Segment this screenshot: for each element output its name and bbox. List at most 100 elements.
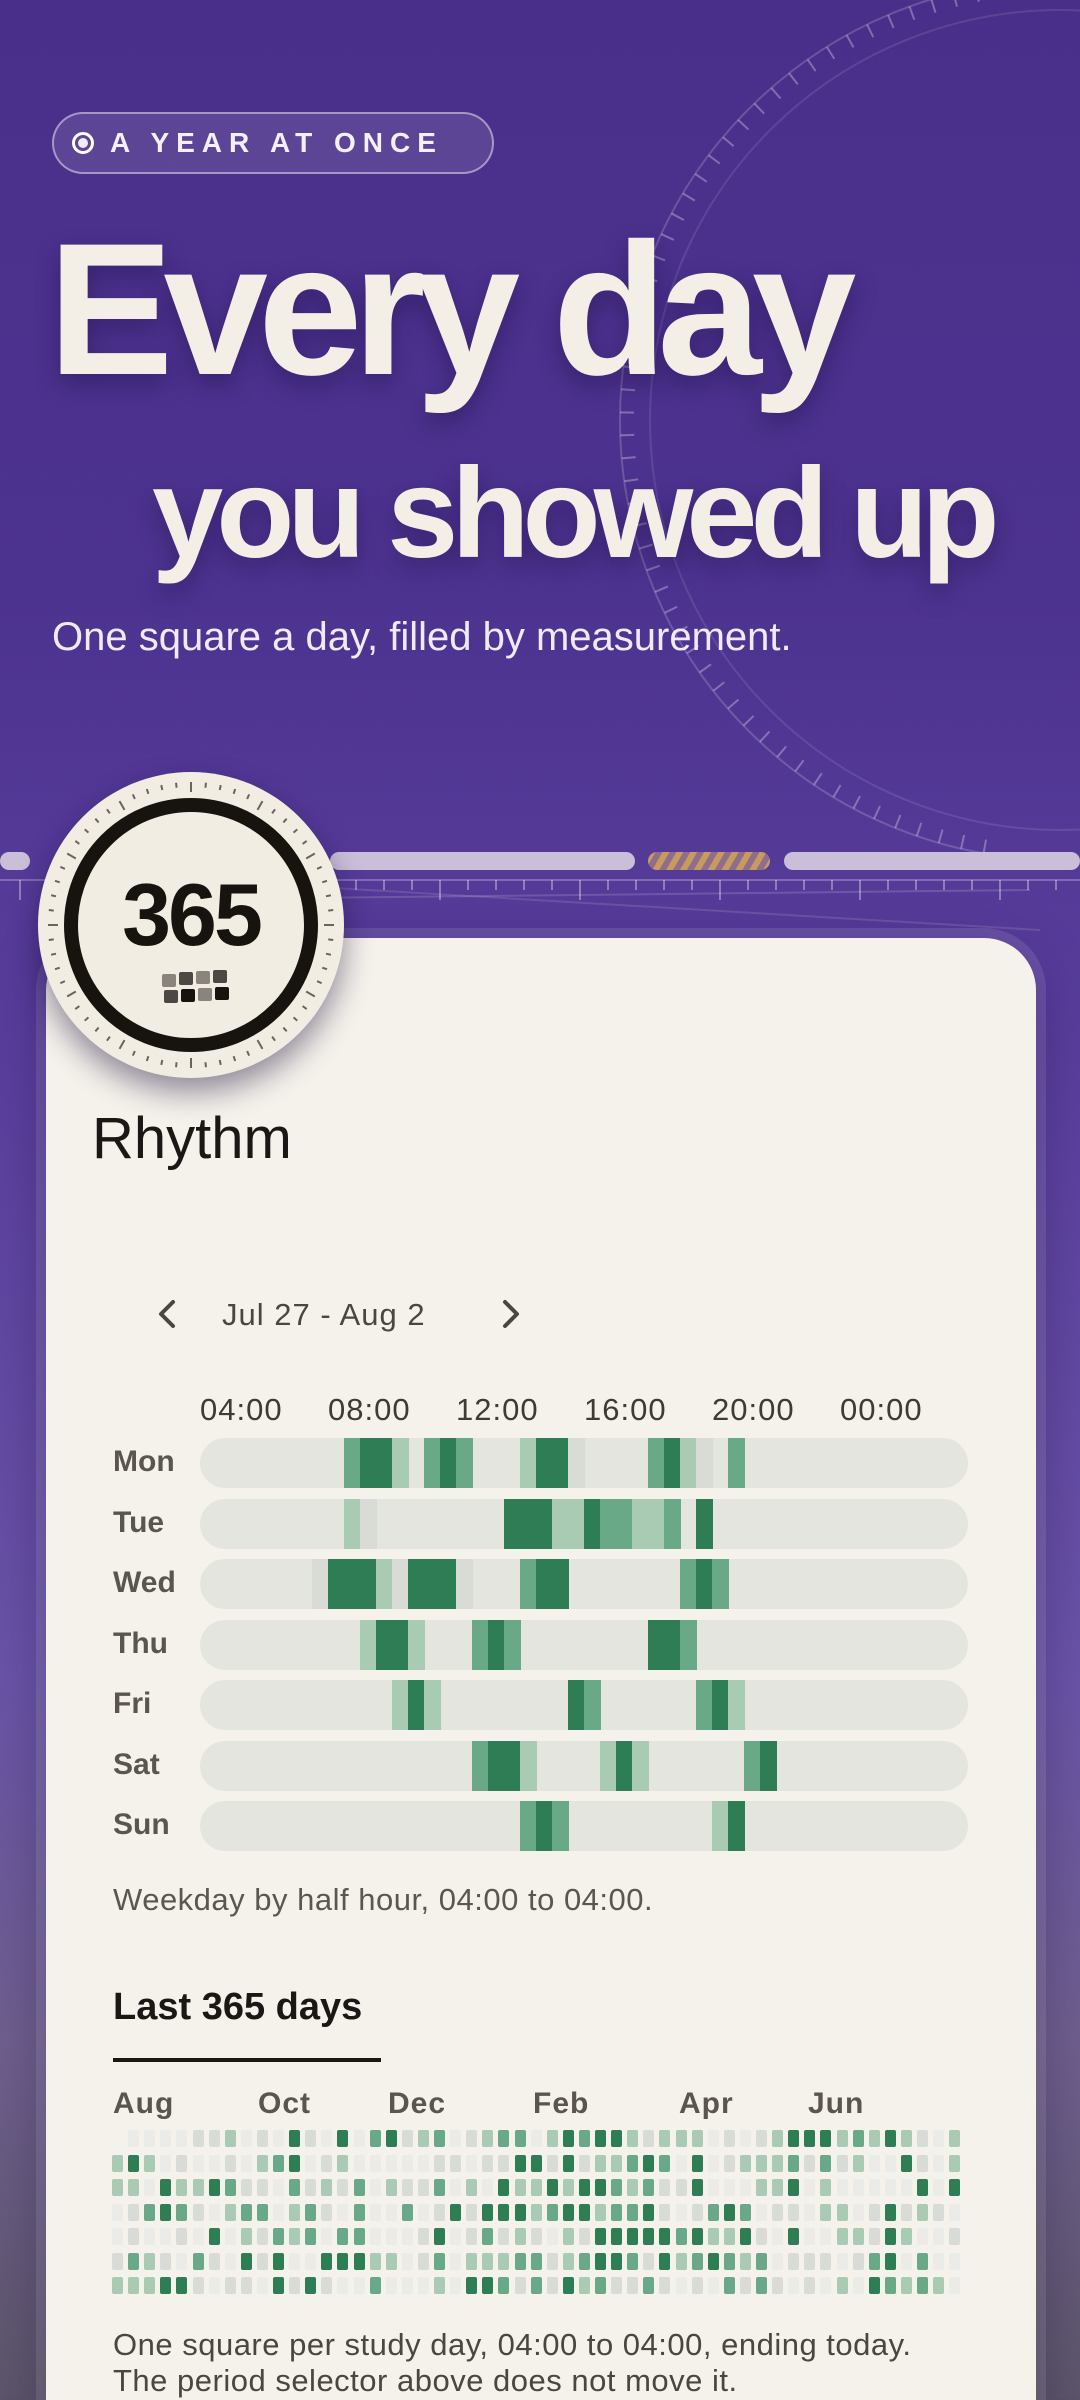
day-cell — [450, 2154, 462, 2172]
half-hour-slot — [392, 1680, 409, 1730]
day-cell — [739, 2203, 751, 2221]
day-cell — [578, 2130, 590, 2147]
day-cell — [401, 2130, 413, 2147]
day-cell — [707, 2179, 719, 2196]
day-cell — [546, 2228, 558, 2245]
chevron-right-icon[interactable] — [492, 1296, 528, 1332]
day-cell — [401, 2154, 413, 2172]
day-cell — [868, 2252, 880, 2270]
day-cell — [160, 2179, 172, 2196]
kicker-pill: A YEAR AT ONCE — [52, 112, 494, 174]
day-cell — [611, 2154, 623, 2172]
half-hour-slot — [376, 1438, 393, 1488]
day-cell — [240, 2277, 252, 2294]
day-cell — [385, 2130, 397, 2147]
week-date-range: Jul 27 - Aug 2 — [222, 1297, 426, 1332]
half-hour-slot — [488, 1740, 505, 1791]
day-cell — [353, 2252, 365, 2270]
day-cell — [289, 2130, 301, 2147]
day-cell — [160, 2252, 172, 2270]
day-cell — [852, 2252, 864, 2270]
day-cell — [900, 2154, 912, 2172]
day-cell — [417, 2203, 429, 2221]
day-cell — [546, 2130, 558, 2147]
half-hour-slot — [392, 1438, 409, 1488]
day-cell — [353, 2130, 365, 2147]
day-cell — [804, 2277, 816, 2294]
day-cell — [466, 2203, 478, 2221]
day-cell — [160, 2203, 172, 2221]
half-hour-slot — [360, 1438, 377, 1488]
day-cell — [756, 2179, 767, 2196]
day-cell — [917, 2154, 928, 2172]
day-cell — [353, 2277, 365, 2294]
day-cell — [240, 2203, 252, 2221]
day-cell — [723, 2228, 735, 2245]
day-cell — [788, 2277, 800, 2294]
day-cell — [578, 2252, 590, 2270]
day-cell — [256, 2228, 268, 2245]
half-hour-slot — [664, 1498, 681, 1549]
day-cell — [401, 2203, 413, 2221]
day-cell — [852, 2154, 864, 2172]
day-cell — [659, 2277, 671, 2294]
day-cell — [224, 2130, 236, 2147]
hero-subtitle: One square a day, filled by measurement. — [52, 615, 792, 659]
day-cell — [675, 2203, 687, 2221]
half-hour-slot — [600, 1498, 617, 1549]
day-cell — [578, 2203, 590, 2221]
day-cell — [176, 2203, 188, 2221]
day-cell — [707, 2130, 719, 2147]
day-cell — [256, 2154, 268, 2172]
day-cell — [530, 2154, 542, 2172]
half-hour-slot — [344, 1559, 361, 1609]
month-label: Feb — [533, 2087, 590, 2120]
day-cell — [578, 2277, 590, 2294]
half-hour-slot — [632, 1498, 649, 1549]
day-cell — [208, 2130, 220, 2147]
day-cell — [385, 2252, 397, 2270]
day-cell — [321, 2154, 333, 2172]
day-cell — [739, 2154, 751, 2172]
half-hour-slot — [408, 1559, 425, 1609]
half-hour-slot — [696, 1438, 713, 1488]
day-cell — [369, 2130, 381, 2147]
day-cell — [208, 2154, 220, 2172]
day-cell — [627, 2154, 639, 2172]
day-cell — [595, 2277, 606, 2294]
day-cell — [772, 2130, 784, 2147]
day-cell — [546, 2277, 558, 2294]
day-cell — [530, 2130, 542, 2147]
day-cell — [208, 2228, 220, 2245]
day-cell — [707, 2277, 719, 2294]
day-cell — [256, 2179, 268, 2196]
day-cell — [466, 2277, 478, 2294]
day-cell — [546, 2179, 558, 2196]
day-cell — [836, 2252, 848, 2270]
day-cell — [723, 2252, 735, 2270]
day-cell — [434, 2203, 445, 2221]
day-cell — [804, 2179, 816, 2196]
day-cell — [385, 2154, 397, 2172]
day-cell — [144, 2277, 156, 2294]
day-cell — [144, 2179, 156, 2196]
day-cell — [385, 2228, 397, 2245]
day-cell — [434, 2154, 445, 2172]
day-cell — [273, 2277, 284, 2294]
chevron-left-icon[interactable] — [150, 1296, 186, 1332]
day-label: Tue — [113, 1505, 165, 1539]
day-cell — [917, 2179, 928, 2196]
day-cell — [611, 2228, 623, 2245]
day-cell — [562, 2203, 574, 2221]
day-cell — [788, 2154, 800, 2172]
day-cell — [498, 2228, 510, 2245]
day-cell — [723, 2277, 735, 2294]
day-cell — [788, 2228, 800, 2245]
day-cell — [321, 2130, 333, 2147]
day-cell — [240, 2252, 252, 2270]
day-cell — [514, 2154, 526, 2172]
day-cell — [595, 2179, 606, 2196]
day-cell — [707, 2203, 719, 2221]
day-cell — [868, 2154, 880, 2172]
day-cell — [466, 2228, 478, 2245]
